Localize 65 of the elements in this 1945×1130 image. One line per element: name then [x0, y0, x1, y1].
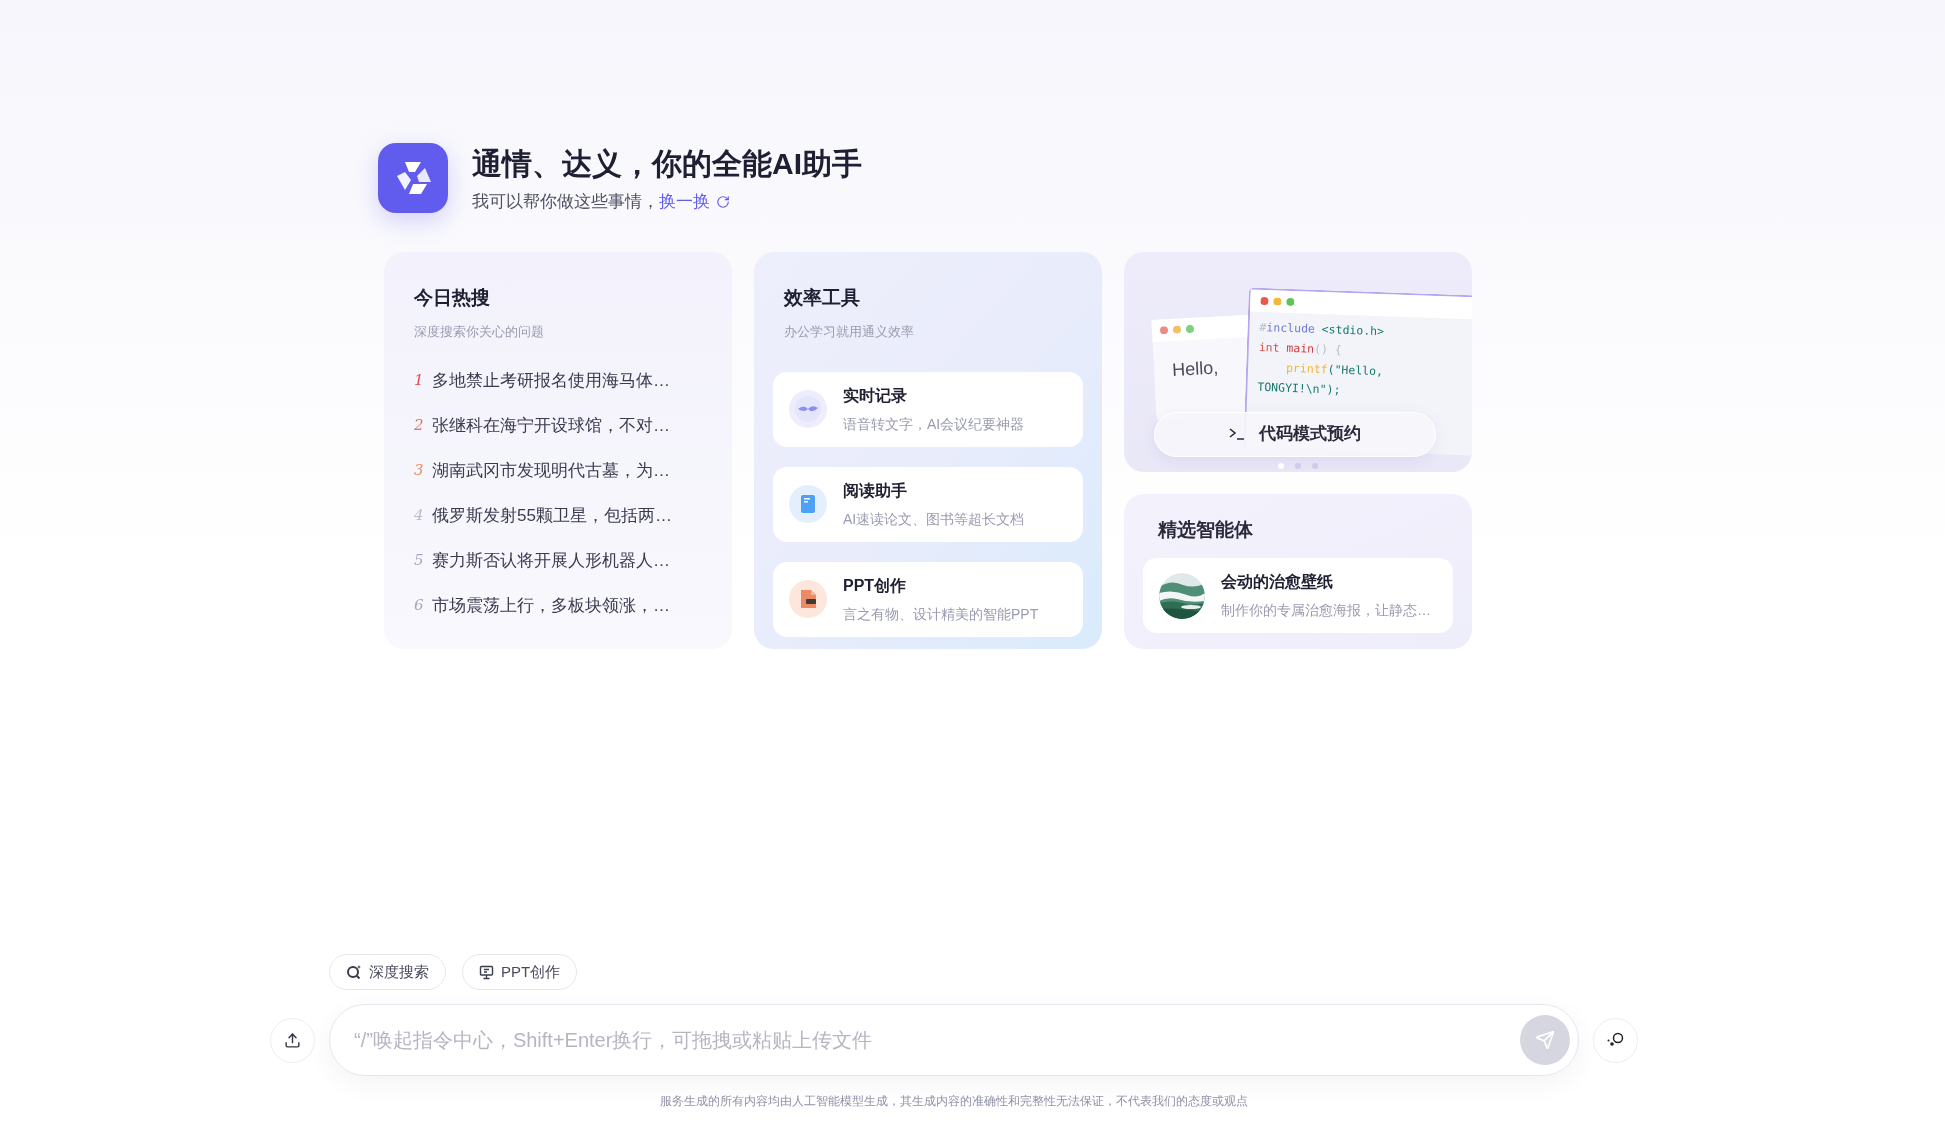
tool-description: 语音转文字，AI会议纪要神器 [843, 414, 1025, 434]
upload-icon [284, 1031, 301, 1049]
window-controls-icon [1260, 296, 1295, 306]
hot-search-item[interactable]: 6 市场震荡上行，多板块领涨，… [414, 592, 702, 618]
rank-number: 6 [414, 594, 422, 616]
document-icon [789, 485, 827, 523]
input-bar[interactable]: “/”唤起指令中心，Shift+Enter换行，可拖拽或粘贴上传文件 [329, 1004, 1579, 1076]
code-line: printf("Hello, [1284, 359, 1385, 380]
disclaimer-text: 服务生成的所有内容均由人工智能模型生成，其生成内容的准确性和完整性无法保证，不代表我们的态度或观点 [658, 1093, 1249, 1110]
upload-button[interactable] [270, 1017, 315, 1063]
rank-number: 3 [414, 459, 422, 481]
headline-text: 湖南武冈市发现明代古墓，为… [432, 459, 670, 482]
card-subtitle: 深度搜索你关心的问题 [414, 323, 545, 341]
rank-number: 4 [414, 504, 422, 526]
waveform-icon [789, 390, 827, 428]
code-mode-button[interactable]: 代码模式预约 [1154, 411, 1436, 457]
page-title: 通情、达义，你的全能AI助手 [472, 146, 862, 182]
chat-input[interactable]: “/”唤起指令中心，Shift+Enter换行，可拖拽或粘贴上传文件 [354, 1025, 1520, 1055]
headline-text: 张继科在海宁开设球馆，不对… [432, 414, 670, 437]
search-icon [346, 964, 362, 980]
tool-name: 实时记录 [843, 385, 908, 406]
tool-name: 阅读助手 [843, 480, 908, 501]
slides-file-icon [789, 580, 827, 618]
tool-description: 言之有物、设计精美的智能PPT [843, 604, 1039, 624]
headline-text: 俄罗斯发射55颗卫星，包括两… [432, 504, 672, 527]
tool-name: PPT创作 [843, 575, 908, 596]
code-line: TONGYI!\n"); [1257, 378, 1342, 399]
refresh-link[interactable]: 换一换 [659, 189, 730, 215]
card-title: 今日热搜 [414, 285, 491, 310]
headline-text: 多地禁止考研报名使用海马体… [432, 369, 670, 392]
subtitle-text: 我可以帮你做这些事情， [472, 191, 659, 213]
tool-item[interactable]: 阅读助手 AI速读论文、图书等超长文档 [773, 466, 1083, 542]
agent-description: 制作你的专属治愈海报，让静态… [1221, 601, 1431, 620]
voice-button[interactable] [1593, 1017, 1638, 1063]
refresh-icon [716, 194, 730, 209]
send-button[interactable] [1520, 1015, 1570, 1065]
hot-search-item[interactable]: 2 张继科在海宁开设球馆，不对… [414, 412, 702, 438]
hot-search-item[interactable]: 1 多地禁止考研报名使用海马体… [414, 367, 702, 393]
rank-number: 1 [414, 369, 422, 391]
terminal-icon [1229, 428, 1245, 440]
hot-search-item[interactable]: 5 赛力斯否认将开展人形机器人… [414, 547, 702, 573]
card-subtitle: 办公学习就用通义效率 [784, 323, 915, 341]
tool-item[interactable]: 实时记录 语音转文字，AI会议纪要神器 [773, 371, 1083, 447]
headline-text: 赛力斯否认将开展人形机器人… [432, 549, 670, 572]
window-controls-icon [1159, 324, 1195, 334]
headline-text: 市场震荡上行，多板块领涨，… [432, 594, 670, 617]
send-icon [1535, 1030, 1555, 1050]
hot-search-item[interactable]: 3 湖南武冈市发现明代古墓，为… [414, 457, 702, 483]
quick-action-chip[interactable]: PPT创作 [462, 954, 578, 990]
code-line: #include <stdio.h> [1259, 318, 1386, 340]
hot-search-item[interactable]: 4 俄罗斯发射55颗卫星，包括两… [414, 502, 702, 528]
card-title: 效率工具 [784, 285, 861, 310]
presentation-icon [479, 964, 494, 980]
agent-item[interactable]: 会动的治愈壁纸 制作你的专属治愈海报，让静态… [1143, 558, 1453, 633]
agent-name: 会动的治愈壁纸 [1221, 572, 1334, 592]
card-title: 精选智能体 [1158, 517, 1254, 542]
window-text: Hello, [1171, 356, 1220, 382]
rank-number: 5 [414, 549, 422, 571]
tool-item[interactable]: PPT创作 言之有物、设计精美的智能PPT [773, 561, 1083, 637]
code-line: int main() { [1258, 338, 1344, 359]
tool-description: AI速读论文、图书等超长文档 [843, 509, 1025, 529]
quick-action-chip[interactable]: 深度搜索 [329, 954, 446, 990]
app-logo [378, 143, 448, 213]
bubble-dots-icon [1606, 1032, 1625, 1048]
rank-number: 2 [414, 414, 422, 436]
